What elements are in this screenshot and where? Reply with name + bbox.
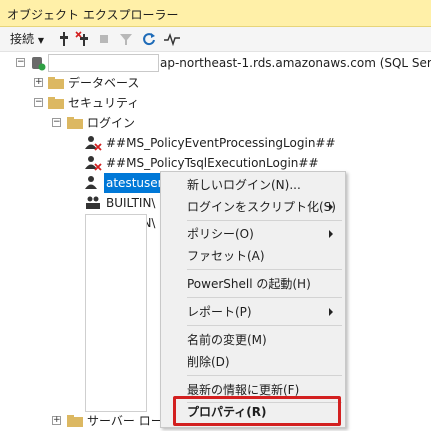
refresh-icon[interactable] [142,30,156,48]
group-icon [86,196,100,209]
user-icon [85,176,97,189]
menu-item-new-login[interactable]: 新しいログイン(N)... [187,174,343,196]
context-menu: 新しいログイン(N)... ログインをスクリプト化(S) ポリシー(O) ファセ… [160,171,346,428]
collapse-icon[interactable]: − [34,98,43,107]
menu-item-label: 最新の情報に更新(F) [187,383,300,397]
server-label: ap-northeast-1.rds.amazonaws.com (SQL Se… [160,56,431,70]
login-label: atestuser [104,173,165,193]
menu-item-script-login[interactable]: ログインをスクリプト化(S) [187,196,343,218]
login-item[interactable]: ##MS_PolicyTsqlExecutionLogin## [0,153,320,173]
security-label: セキュリティ [68,96,140,110]
folder-icon [48,77,64,89]
submenu-arrow-icon [329,230,333,238]
connect-label: 接続 [10,32,35,46]
filter-icon[interactable] [119,30,133,48]
collapse-icon[interactable]: − [16,58,25,67]
databases-label: データベース [68,76,140,90]
menu-separator [187,269,342,270]
object-explorer-panel: オブジェクト エクスプローラー 接続 ▼ − ap-northeast-1.rd… [0,0,431,431]
tree-node-logins[interactable]: − ログイン [0,113,300,133]
login-label: ##MS_PolicyEventProcessingLogin## [106,136,336,150]
menu-item-label: 削除(D) [187,355,230,369]
tree-node-databases[interactable]: + データベース [0,73,300,93]
tree-node-security[interactable]: − セキュリティ [0,93,300,113]
menu-item-label: ポリシー(O) [187,227,254,241]
submenu-arrow-icon [329,308,333,316]
server-icon [32,57,46,71]
disabled-user-icon [85,136,102,151]
redacted-area [85,214,147,412]
menu-item-reports[interactable]: レポート(P) [187,301,343,323]
collapse-icon[interactable]: − [52,118,61,127]
connect-button[interactable]: 接続 ▼ [10,30,44,48]
menu-item-delete[interactable]: 削除(D) [187,351,343,373]
menu-separator [187,297,342,298]
menu-item-label: 名前の変更(M) [187,333,267,347]
disabled-user-icon [85,156,102,171]
menu-item-label: レポート(P) [187,305,252,319]
folder-icon [48,97,64,109]
submenu-arrow-icon [329,203,333,211]
login-item[interactable]: ##MS_PolicyEventProcessingLogin## [0,133,336,153]
stop-icon[interactable] [98,30,110,48]
login-label: ##MS_PolicyTsqlExecutionLogin## [106,156,319,170]
menu-item-label: ログインをスクリプト化(S) [187,200,336,214]
title-bar: オブジェクト エクスプローラー [0,0,431,27]
window-title: オブジェクト エクスプローラー [7,8,179,22]
activity-icon[interactable] [163,30,181,48]
annotation-highlight-box [173,396,341,426]
menu-item-label: ファセット(A) [187,249,265,263]
expand-icon[interactable]: + [34,78,43,87]
disconnect-icon[interactable] [75,30,91,48]
folder-icon [67,117,83,129]
menu-separator [187,375,342,376]
menu-item-rename[interactable]: 名前の変更(M) [187,329,343,351]
dropdown-arrow-icon: ▼ [37,36,44,45]
menu-separator [187,325,342,326]
folder-icon [67,415,83,427]
login-label: BUILTIN\ [106,196,156,210]
menu-item-facets[interactable]: ファセット(A) [187,245,343,267]
logins-label: ログイン [87,116,136,130]
connect-icon[interactable] [58,30,70,48]
menu-item-policy[interactable]: ポリシー(O) [187,223,343,245]
menu-item-powershell[interactable]: PowerShell の起動(H) [187,273,343,295]
redacted-server-name [48,54,159,72]
menu-item-label: 新しいログイン(N)... [187,178,301,192]
expand-icon[interactable]: + [52,416,61,425]
menu-icon-gutter [161,172,183,427]
menu-separator [187,220,342,221]
menu-item-label: PowerShell の起動(H) [187,277,311,291]
toolbar: 接続 ▼ [0,27,431,52]
